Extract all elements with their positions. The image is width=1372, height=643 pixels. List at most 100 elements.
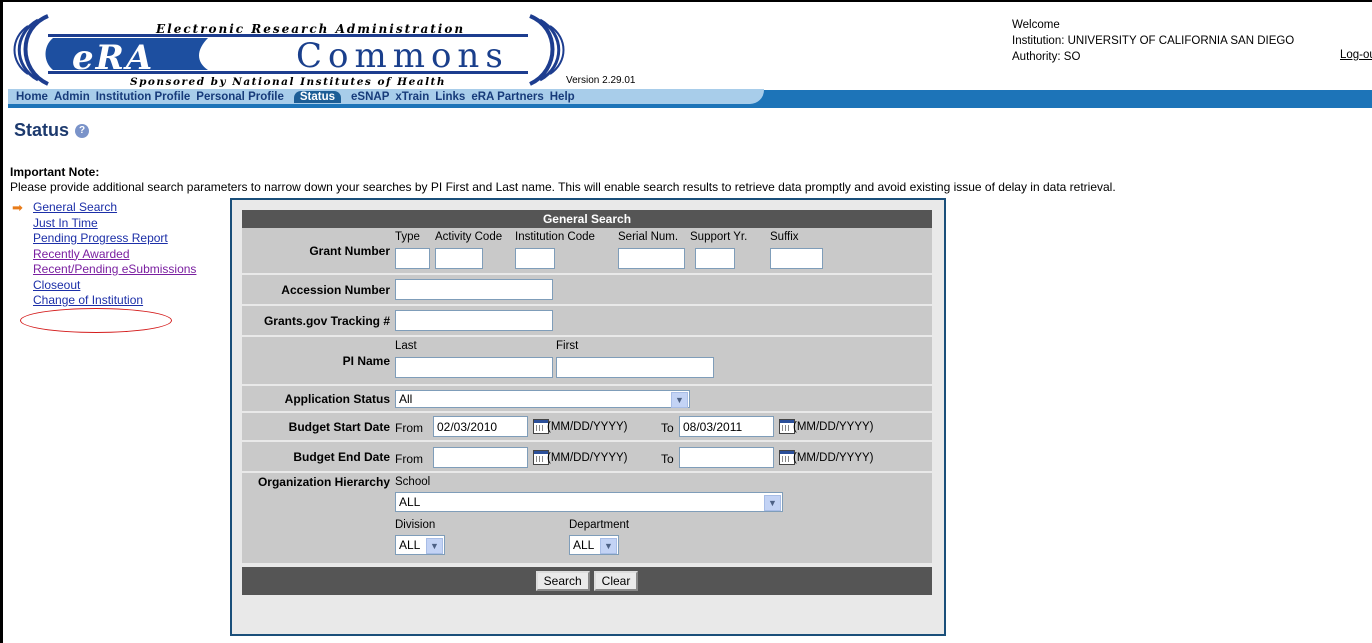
institution-text: Institution: UNIVERSITY OF CALIFORNIA SA… <box>1012 35 1295 47</box>
welcome-block: Welcome Institution: UNIVERSITY OF CALIF… <box>1012 17 1294 65</box>
grant-number-label: Grant Number <box>242 228 393 273</box>
nav-help[interactable]: Help <box>550 91 575 103</box>
school-value: ALL <box>399 495 421 509</box>
nav-status[interactable]: Status <box>293 90 342 103</box>
logo-era-text: eRA <box>72 38 155 78</box>
grant-type-input[interactable] <box>395 248 430 269</box>
budget-start-to-input[interactable] <box>679 416 774 437</box>
grant-activity-input[interactable] <box>435 248 483 269</box>
budget-start-row: Budget Start Date From (MM/DD/YYYY) To (… <box>242 413 932 442</box>
division-value: ALL <box>399 538 421 552</box>
grant-suffix-input[interactable] <box>770 248 823 269</box>
important-note-text: Please provide additional search paramet… <box>10 180 1116 194</box>
left-nav-pending-progress-report[interactable]: Pending Progress Report <box>16 231 196 247</box>
left-nav-recent-pending-esubmissions[interactable]: Recent/Pending eSubmissions <box>16 262 196 278</box>
budget-start-from-input[interactable] <box>433 416 528 437</box>
org-hierarchy-label: Organization Hierarchy <box>242 473 393 563</box>
nav-links[interactable]: Links <box>435 91 465 103</box>
pi-name-row: PI Name Last First <box>242 337 932 386</box>
pi-first-input[interactable] <box>556 357 714 378</box>
pi-last-label: Last <box>395 340 417 352</box>
status-left-nav: ➡ General Search Just In Time Pending Pr… <box>12 200 196 309</box>
search-button[interactable]: Search <box>535 571 590 591</box>
budget-end-from-label: From <box>395 452 423 466</box>
nav-home[interactable]: Home <box>16 91 48 103</box>
window-top-border <box>0 0 1372 2</box>
logout-link[interactable]: Log-out <box>1340 49 1372 61</box>
version-label: Version 2.29.01 <box>566 75 636 86</box>
grantsgov-tracking-input[interactable] <box>395 310 553 331</box>
window-left-border <box>0 0 3 643</box>
chevron-down-icon[interactable]: ▼ <box>600 538 617 554</box>
org-hierarchy-row: Organization Hierarchy School ALL ▼ Divi… <box>242 473 932 565</box>
highlight-circle <box>20 308 172 333</box>
application-status-value: All <box>399 392 413 406</box>
budget-end-row: Budget End Date From (MM/DD/YYYY) To (MM… <box>242 442 932 473</box>
logo-tagline-bottom: Sponsored by National Institutes of Heal… <box>130 76 447 88</box>
accession-row: Accession Number <box>242 275 932 306</box>
grant-suffix-label: Suffix <box>770 231 799 243</box>
budget-end-to-label: To <box>661 452 674 466</box>
nav-esnap[interactable]: eSNAP <box>351 91 389 103</box>
logo-tagline-top: Electronic Research Administration <box>156 22 466 36</box>
budget-end-to-format: (MM/DD/YYYY) <box>793 452 874 464</box>
search-panel-footer: Search Clear <box>242 567 932 595</box>
left-nav-closeout[interactable]: Closeout <box>16 278 196 294</box>
nav-institution-profile[interactable]: Institution Profile <box>96 91 191 103</box>
application-status-select[interactable]: All ▼ <box>395 390 690 408</box>
important-note-title: Important Note: <box>10 165 100 179</box>
nav-xtrain[interactable]: xTrain <box>395 91 429 103</box>
grant-institution-label: Institution Code <box>515 231 595 243</box>
grant-support-input[interactable] <box>695 248 735 269</box>
accession-number-label: Accession Number <box>242 275 393 304</box>
logo-commons-text: Commons <box>296 36 509 76</box>
pi-name-label: PI Name <box>242 337 393 384</box>
welcome-text: Welcome <box>1012 19 1060 31</box>
grant-institution-input[interactable] <box>515 248 555 269</box>
chevron-down-icon[interactable]: ▼ <box>671 392 688 408</box>
chevron-down-icon[interactable]: ▼ <box>764 495 781 511</box>
current-arrow-icon: ➡ <box>12 200 23 215</box>
department-label: Department <box>569 519 630 531</box>
department-value: ALL <box>573 538 595 552</box>
left-nav-recently-awarded[interactable]: Recently Awarded <box>16 247 196 263</box>
grant-serial-label: Serial Num. <box>618 231 679 243</box>
budget-end-to-input[interactable] <box>679 447 774 468</box>
grantsgov-tracking-label: Grants.gov Tracking # <box>242 306 393 335</box>
era-commons-logo: Electronic Research Administration eRA C… <box>8 8 573 90</box>
budget-start-from-format: (MM/DD/YYYY) <box>547 421 628 433</box>
general-search-panel: General Search Grant Number Type Activit… <box>230 198 946 636</box>
grantsgov-row: Grants.gov Tracking # <box>242 306 932 337</box>
left-nav-general-search[interactable]: General Search <box>16 200 196 216</box>
budget-end-from-input[interactable] <box>433 447 528 468</box>
division-select[interactable]: ALL ▼ <box>395 535 445 555</box>
school-label: School <box>395 476 431 488</box>
division-label: Division <box>395 519 436 531</box>
department-select[interactable]: ALL ▼ <box>569 535 619 555</box>
clear-button[interactable]: Clear <box>593 571 639 591</box>
grant-serial-input[interactable] <box>618 248 685 269</box>
school-select[interactable]: ALL ▼ <box>395 492 783 512</box>
grant-type-label: Type <box>395 231 420 243</box>
accession-number-input[interactable] <box>395 279 553 300</box>
main-nav: Home Admin Institution Profile Personal … <box>16 89 581 104</box>
budget-start-to-label: To <box>661 421 674 435</box>
search-panel-header: General Search <box>242 210 932 228</box>
nav-admin[interactable]: Admin <box>54 91 90 103</box>
pi-last-input[interactable] <box>395 357 553 378</box>
authority-text: Authority: SO <box>1012 51 1081 63</box>
nav-era-partners[interactable]: eRA Partners <box>471 91 543 103</box>
help-icon[interactable]: ? <box>75 123 90 138</box>
pi-first-label: First <box>556 340 579 352</box>
left-nav-change-of-institution[interactable]: Change of Institution <box>16 293 196 309</box>
budget-start-label: Budget Start Date <box>242 413 393 440</box>
application-status-row: Application Status All ▼ <box>242 386 932 413</box>
budget-start-from-label: From <box>395 421 423 435</box>
nav-personal-profile[interactable]: Personal Profile <box>196 91 284 103</box>
budget-start-to-format: (MM/DD/YYYY) <box>793 421 874 433</box>
chevron-down-icon[interactable]: ▼ <box>426 538 443 554</box>
application-status-label: Application Status <box>242 386 393 411</box>
grant-support-label: Support Yr. <box>690 231 748 243</box>
budget-end-label: Budget End Date <box>242 442 393 471</box>
left-nav-just-in-time[interactable]: Just In Time <box>16 216 196 232</box>
